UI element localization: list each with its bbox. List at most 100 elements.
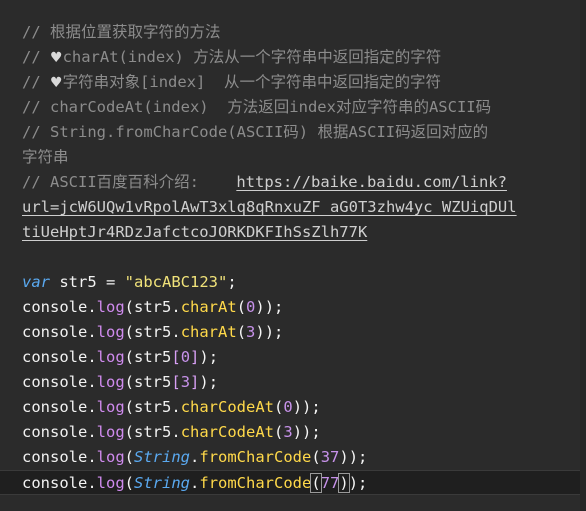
variable-ref: str5 (134, 398, 172, 416)
log-method: log (96, 323, 125, 341)
variable-ref: str5 (134, 298, 172, 316)
code-editor[interactable]: // 根据位置获取字符的方法 // ♥charAt(index) 方法从一个字符… (0, 0, 586, 511)
dot: . (171, 298, 181, 316)
dot: . (87, 323, 97, 341)
code-line-log-index-3: console.log(str5[3]); (0, 370, 586, 395)
paren-open: ( (124, 373, 135, 391)
console-object: console (22, 398, 88, 416)
charat-method: charAt (180, 298, 237, 316)
statement-end: ); (302, 398, 321, 416)
code-line-log-charcodeat-0: console.log(str5.charCodeAt(0)); (0, 395, 586, 420)
string-class: String (134, 448, 191, 466)
log-method: log (96, 474, 125, 492)
dot: . (190, 474, 200, 492)
code-line-3: // ♥字符串对象[index] 从一个字符串中返回指定的字符 (0, 70, 586, 95)
dot: . (190, 448, 200, 466)
number-literal: 77 (320, 474, 340, 492)
number-literal: 0 (283, 398, 293, 416)
console-object: console (22, 474, 88, 492)
dot: . (87, 423, 97, 441)
statement-end: ); (264, 323, 284, 341)
paren-close: ) (339, 448, 349, 466)
number-literal: 3 (283, 423, 293, 441)
editor-scrollbar[interactable] (580, 0, 586, 511)
statement-end: ); (264, 298, 284, 316)
number-literal: 3 (180, 373, 191, 391)
paren-close: ) (292, 423, 303, 441)
bracket-close: ] (190, 373, 200, 391)
baike-link[interactable]: https://baike.baidu.com/link? (236, 173, 507, 191)
fromcharcode-method: fromCharCode (199, 474, 312, 492)
variable-ref: str5 (134, 348, 172, 366)
code-line-7: // ASCII百度百科介绍: https://baike.baidu.com/… (0, 170, 586, 195)
fromcharcode-method: fromCharCode (199, 448, 312, 466)
variable-ref: str5 (134, 423, 172, 441)
paren-open-matched: ( (310, 473, 322, 493)
log-method: log (96, 448, 125, 466)
dot: . (87, 348, 97, 366)
dot: . (171, 423, 181, 441)
code-line-log-charat-0: console.log(str5.charAt(0)); (0, 295, 586, 320)
paren-open: ( (124, 448, 135, 466)
console-object: console (22, 348, 88, 366)
dot: . (171, 398, 181, 416)
number-literal: 0 (180, 348, 191, 366)
paren-open: ( (124, 298, 135, 316)
semicolon: ; (227, 273, 237, 291)
code-line-4: // charCodeAt(index) 方法返回index对应字符串的ASCI… (0, 95, 586, 120)
log-method: log (96, 423, 125, 441)
code-line-log-fromcharcode-37: console.log(String.fromCharCode(37)); (0, 445, 586, 470)
var-keyword: var (22, 273, 50, 291)
heart-icon: ♥ (50, 75, 63, 91)
statement-end: ); (302, 423, 321, 441)
paren-open: ( (274, 398, 284, 416)
code-area[interactable]: // 根据位置获取字符的方法 // ♥charAt(index) 方法从一个字符… (0, 20, 586, 495)
dot: . (87, 448, 97, 466)
paren-open: ( (124, 323, 135, 341)
paren-open: ( (124, 474, 135, 492)
bracket-close: ] (190, 348, 200, 366)
code-line-log-charat-3: console.log(str5.charAt(3)); (0, 320, 586, 345)
bracket-open: [ (171, 373, 181, 391)
statement-end: ); (348, 448, 368, 466)
code-line-log-fromcharcode-77-current[interactable]: console.log(String.fromCharCode(77)); (0, 470, 586, 495)
paren-open: ( (124, 423, 135, 441)
code-line-2: // ♥charAt(index) 方法从一个字符串中返回指定的字符 (0, 45, 586, 70)
console-object: console (22, 298, 88, 316)
console-object: console (22, 373, 88, 391)
statement-end: ); (348, 474, 368, 492)
paren-open: ( (124, 348, 135, 366)
assign-operator: = (96, 273, 125, 291)
comment-text: // ASCII百度百科介绍: (22, 173, 237, 191)
baike-link-continued[interactable]: url=jcW6UQw1vRpolAwT3xlq8qRnxuZF_aG0T3zh… (22, 198, 517, 216)
bracket-open: [ (171, 348, 181, 366)
paren-open: ( (236, 323, 247, 341)
number-literal: 37 (320, 448, 340, 466)
heart-icon: ♥ (50, 50, 63, 66)
comment-text: // charCodeAt(index) 方法返回index对应字符串的ASCI… (22, 98, 492, 116)
paren-open: ( (236, 298, 247, 316)
dot: . (87, 474, 97, 492)
string-literal: "abcABC123" (124, 273, 228, 291)
comment-text: // String.fromCharCode(ASCII码) 根据ASCII码返… (22, 123, 489, 141)
log-method: log (96, 398, 125, 416)
comment-text: 字符串 (22, 148, 69, 166)
comment-text: // 根据位置获取字符的方法 (22, 23, 221, 41)
comment-text: 字符串对象[index] 从一个字符串中返回指定的字符 (62, 73, 442, 91)
paren-close-matched: ) (338, 473, 350, 493)
baike-link-continued[interactable]: tiUeHptJr4RDzJafctcoJORKDKFIhSsZlh77K (22, 223, 367, 241)
code-line-9: tiUeHptJr4RDzJafctcoJORKDKFIhSsZlh77K (0, 220, 586, 245)
code-line-1: // 根据位置获取字符的方法 (0, 20, 586, 45)
paren-close: ) (255, 298, 265, 316)
comment-prefix: // (22, 73, 50, 91)
paren-open: ( (124, 398, 135, 416)
dot: . (171, 323, 181, 341)
code-line-log-index-0: console.log(str5[0]); (0, 345, 586, 370)
console-object: console (22, 323, 88, 341)
code-line-8: url=jcW6UQw1vRpolAwT3xlq8qRnxuZF_aG0T3zh… (0, 195, 586, 220)
comment-text: charAt(index) 方法从一个字符串中返回指定的字符 (62, 48, 442, 66)
statement-end: ); (199, 373, 219, 391)
charat-method: charAt (180, 323, 237, 341)
dot: . (87, 398, 97, 416)
